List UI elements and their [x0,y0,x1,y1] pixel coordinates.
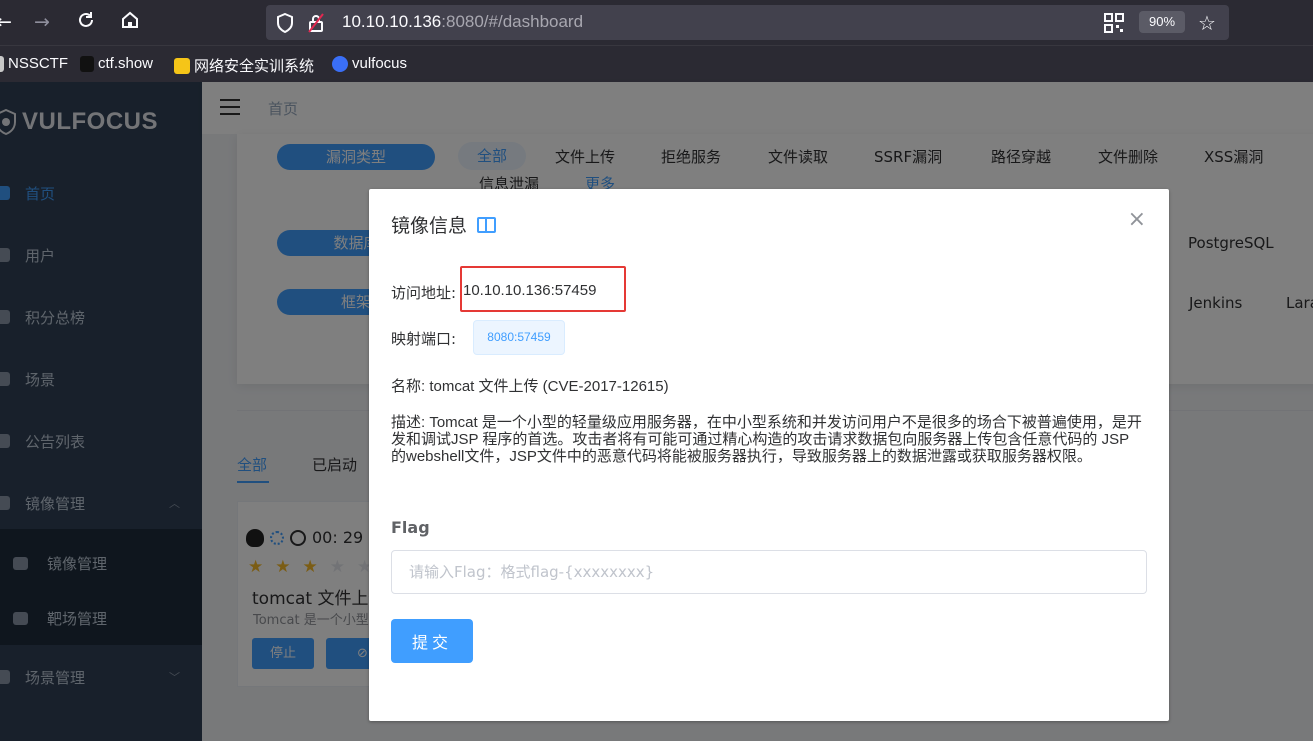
access-address-label: 访问地址: [391,284,457,302]
bookmark-vulfocus[interactable]: vulfocus [332,55,407,72]
forward-icon[interactable]: → [30,10,54,34]
back-icon[interactable]: ← [0,10,16,34]
bookmark-nssctf[interactable]: NSSCTF [0,55,68,72]
flag-input[interactable] [391,550,1147,594]
book-icon[interactable] [477,216,497,233]
bookmark-label: NSSCTF [8,55,68,72]
bookmark-label: ctf.show [98,55,154,72]
training-system-icon [174,57,190,74]
browser-toolbar: ← → 10.10.10.136:8080/#/dashboard 90% ☆ [0,0,1313,45]
close-icon[interactable]: × [1128,209,1146,231]
url-text[interactable]: 10.10.10.136:8080/#/dashboard [342,12,583,32]
nssctf-icon [0,55,4,72]
bookmark-training-system[interactable]: 网络安全实训系统 [174,55,314,76]
address-bar[interactable]: 10.10.10.136:8080/#/dashboard 90% ☆ [266,5,1229,40]
dialog-header: 镜像信息 [391,211,497,238]
lock-icon[interactable] [308,13,324,37]
mapped-port-tag: 8080:57459 [473,320,565,355]
modal-backdrop-sidebar [0,82,202,741]
url-host: 10.10.10.136 [342,12,442,31]
shield-icon[interactable] [276,12,294,37]
qr-code-icon[interactable] [1104,13,1124,37]
home-icon[interactable] [118,10,142,34]
bookmark-ctfshow[interactable]: ctf.show [80,55,153,72]
flag-label: Flag [391,518,430,537]
submit-button[interactable]: 提交 [391,619,473,663]
reload-icon[interactable] [74,10,98,34]
highlight-box [460,266,626,312]
url-path: :8080/#/dashboard [441,12,584,31]
bookmark-star-icon[interactable]: ☆ [1198,11,1216,35]
bookmark-label: 网络安全实训系统 [194,58,315,75]
image-info-dialog: 镜像信息 × 访问地址: 10.10.10.136:57459 映射端口: 80… [369,189,1169,721]
image-name: 名称: tomcat 文件上传 (CVE-2017-12615) [391,378,669,395]
bookmark-label: vulfocus [352,55,408,72]
mapped-port-label: 映射端口: [391,330,457,348]
vulfocus-icon [332,55,348,72]
bookmarks-bar: NSSCTF ctf.show 网络安全实训系统 vulfocus [0,45,1313,82]
dialog-title: 镜像信息 [391,215,468,237]
image-description: 描述: Tomcat 是一个小型的轻量级应用服务器，在中小型系统和并发访问用户不… [391,414,1142,465]
zoom-level-badge[interactable]: 90% [1139,11,1185,33]
ctfshow-icon [80,55,94,72]
